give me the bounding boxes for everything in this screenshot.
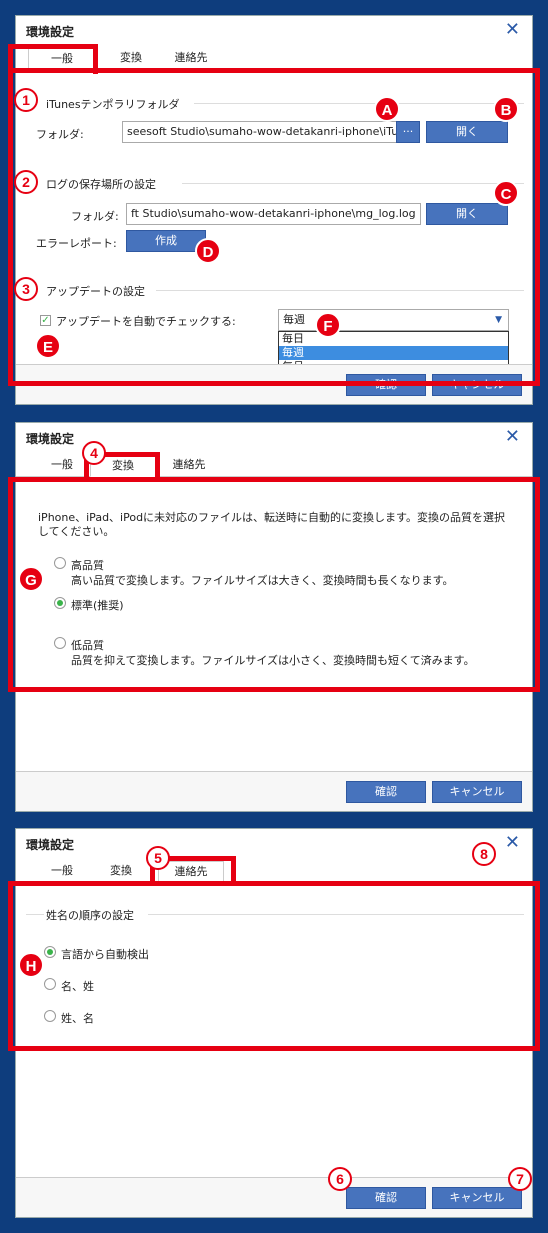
highlight-frame-general	[8, 68, 540, 386]
callout-marker-d: D	[195, 238, 221, 264]
ok-button[interactable]: 確認	[346, 781, 426, 803]
callout-marker-f: F	[315, 312, 341, 338]
callout-number-8: 8	[472, 842, 496, 866]
callout-marker-g: G	[18, 566, 44, 592]
highlight-tab-general	[8, 44, 98, 74]
tab-contacts[interactable]: 連絡先	[164, 48, 218, 70]
callout-number-7: 7	[508, 1167, 532, 1191]
ok-button[interactable]: 確認	[346, 1187, 426, 1209]
callout-marker-e: E	[35, 333, 61, 359]
close-icon[interactable]: ✕	[505, 21, 520, 39]
dialog-title: 環境設定	[26, 837, 75, 852]
tab-convert[interactable]: 変換	[94, 861, 148, 883]
callout-number-1: 1	[14, 88, 38, 112]
dialog-footer: 確認 キャンセル	[16, 1177, 532, 1217]
callout-number-3: 3	[14, 277, 38, 301]
tab-bar: 一般 変換 連絡先	[16, 859, 532, 883]
tab-general[interactable]: 一般	[28, 861, 96, 883]
dialog-footer: 確認 キャンセル	[16, 771, 532, 811]
callout-marker-c: C	[493, 180, 519, 206]
callout-marker-h: H	[18, 952, 44, 978]
close-icon[interactable]: ✕	[505, 834, 520, 852]
callout-marker-b: B	[493, 96, 519, 122]
callout-number-2: 2	[14, 170, 38, 194]
cancel-button[interactable]: キャンセル	[432, 781, 522, 803]
callout-number-6: 6	[328, 1167, 352, 1191]
callout-number-5: 5	[146, 846, 170, 870]
callout-number-4: 4	[82, 441, 106, 465]
tab-convert[interactable]: 変換	[104, 48, 158, 70]
highlight-frame-convert	[8, 477, 540, 692]
callout-marker-a: A	[374, 96, 400, 122]
dialog-title: 環境設定	[26, 24, 75, 39]
close-icon[interactable]: ✕	[505, 428, 520, 446]
tab-contacts[interactable]: 連絡先	[162, 455, 216, 477]
highlight-frame-contacts	[8, 881, 540, 1051]
cancel-button[interactable]: キャンセル	[432, 1187, 522, 1209]
